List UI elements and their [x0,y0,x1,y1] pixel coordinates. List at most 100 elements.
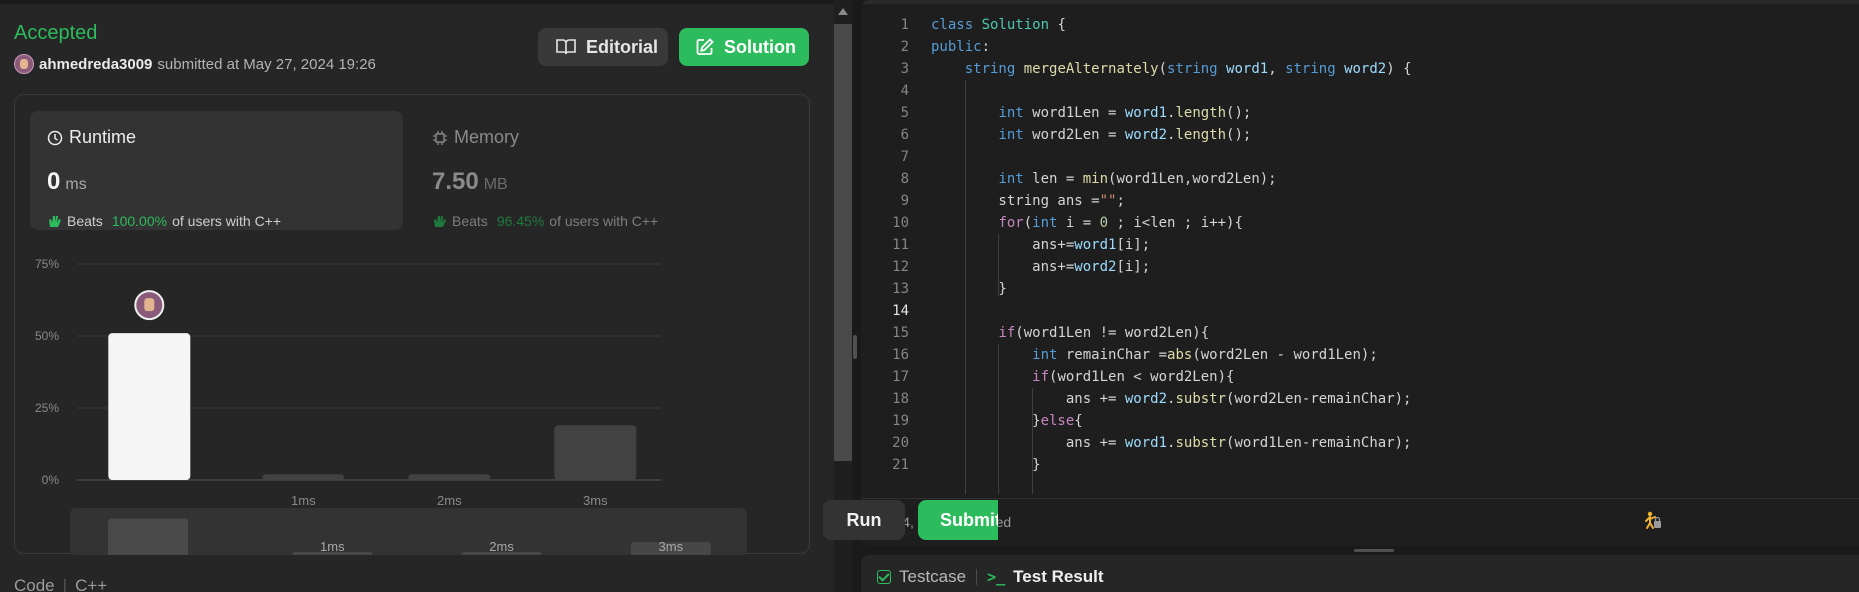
editorial-button[interactable]: Editorial [538,28,668,66]
code-line-text: string ans =""; [931,193,1125,209]
chip-icon [433,130,447,145]
line-number: 12 [892,259,909,275]
code-editor[interactable]: 1 class Solution { 2 public: 3 string mergeA… [861,14,1859,494]
code-line: 10 for(int i = 0 ; i<len ; i++){ [861,212,1859,234]
scroll-up-icon[interactable] [838,8,848,15]
line-number: 2 [900,39,909,55]
line-number: 19 [892,413,909,429]
code-line: 2 public: [861,36,1859,58]
y-tick-label: 25% [35,401,59,415]
line-number: 3 [900,61,909,77]
code-line-text: int word2Len = word2.length(); [998,127,1252,143]
runtime-distribution-chart: 75% 50% 25% 0% 1ms 2ms 3ms 1ms 2ms 3ms [15,245,811,555]
code-line-text: for(int i = 0 ; i<len ; i++){ [998,215,1243,231]
submission-panel: Accepted ahmedreda3009 submitted at May … [0,0,836,592]
code-line-text: if(word1Len != word2Len){ [998,325,1210,341]
clap-icon [49,216,61,227]
memory-unit: MB [483,176,508,193]
run-button[interactable]: Run [823,500,905,540]
code-line: 3 string mergeAlternately(string word1, … [861,58,1859,80]
memory-beats-pct: 96.45% [496,213,545,229]
line-number: 11 [892,237,909,253]
runtime-unit: ms [65,176,87,193]
x-tick-label: 3ms [583,493,608,508]
code-line: 9 string ans =""; [861,190,1859,212]
line-number: 16 [892,347,909,363]
y-tick-label: 75% [35,257,59,271]
submit-button[interactable]: Submit [918,500,998,540]
code-line: 14 [861,300,1859,322]
submission-status: Accepted [14,22,98,44]
editor-statusbar: Ln 14, Col 1 Saved [861,498,1859,546]
line-number: 13 [892,281,909,297]
horizontal-resize-handle[interactable] [1354,549,1394,552]
code-line: 21 } [861,454,1859,476]
code-line-text: }else{ [931,413,1083,429]
line-number: 18 [892,391,909,407]
avatar[interactable] [14,54,34,74]
code-line: 5 int word1Len = word1.length(); [861,102,1859,124]
minimap-bar [108,518,189,555]
code-line-text: int word1Len = word1.length(); [998,105,1252,121]
submitted-time: submitted at May 27, 2024 19:26 [157,55,376,73]
vertical-resize-handle[interactable] [853,335,857,359]
code-line: 4 [861,80,1859,102]
book-icon [556,39,576,55]
runtime-beats-pct: 100.00% [111,213,168,229]
minimap-label: 1ms [320,539,345,554]
code-line: 12 ans+=word2[i]; [861,256,1859,278]
y-tick-label: 50% [35,329,59,343]
code-line: 19 }else{ [861,410,1859,432]
x-tick-label: 1ms [291,493,316,508]
line-number: 15 [892,325,909,341]
submission-meta: ahmedreda3009 submitted at May 27, 2024 … [14,54,376,74]
memory-tab[interactable]: Memory 7.50 MB Beats 96.45% of users with… [415,111,788,230]
code-line: 7 [861,146,1859,168]
tab-testcase[interactable]: Testcase [877,567,966,587]
code-line-text: public: [931,39,991,55]
code-line: 6 int word2Len = word2.length(); [861,124,1859,146]
minimap-label: 2ms [489,539,514,554]
code-line: 18 ans += word2.substr(word2Len-remainCh… [861,388,1859,410]
tab-test-result[interactable]: >_ Test Result [987,567,1103,587]
line-number: 21 [892,457,909,473]
line-number: 6 [900,127,909,143]
runtime-chart-svg: 75% 50% 25% 0% 1ms 2ms 3ms 1ms 2ms 3ms [35,257,747,555]
y-tick-label: 0% [42,473,60,487]
line-number: 14 [892,303,909,319]
code-line-text: class Solution { [931,17,1066,33]
debug-icon[interactable] [1641,509,1663,531]
runtime-value: 0 [47,168,61,195]
clap-icon [434,216,446,227]
checkbox-icon [877,570,891,584]
code-line: 17 if(word1Len < word2Len){ [861,366,1859,388]
indent-guide [964,80,966,494]
code-line: 16 int remainChar =abs(word2Len - word1L… [861,344,1859,366]
solution-button[interactable]: Solution [679,28,809,66]
chart-bar [554,425,637,480]
line-number: 8 [900,171,909,187]
line-number: 1 [900,17,909,33]
runtime-tab[interactable]: Runtime 0 ms Beats 100.00% of users with … [30,111,403,230]
code-line-text: ans += word1.substr(word1Len-remainChar)… [931,435,1412,451]
edit-icon [696,38,714,55]
performance-card: Runtime 0 ms Beats 100.00% of users with … [14,94,811,555]
code-line: 11 ans+=word1[i]; [861,234,1859,256]
indent-guide [1032,388,1033,494]
memory-value: 7.50 [432,168,479,195]
indent-guide [998,234,1000,296]
code-line-text: string mergeAlternately(string word1, st… [964,61,1412,77]
runtime-label: Runtime [69,127,137,147]
line-number: 5 [900,105,909,121]
x-tick-label: 2ms [437,493,462,508]
line-number: 17 [892,369,909,385]
username-link[interactable]: ahmedreda3009 [39,56,152,73]
code-line-text: ans += word2.substr(word2Len-remainChar)… [931,391,1412,407]
code-line-text: int len = min(word1Len,word2Len); [998,171,1277,187]
code-line-text: } [931,457,1041,473]
chart-bar [408,474,491,480]
indent-guide [998,344,1000,494]
code-editor-panel: 1 class Solution { 2 public: 3 string mergeA… [861,0,1859,546]
left-scrollbar-thumb[interactable] [834,24,852,461]
user-avatar-face [144,298,155,312]
